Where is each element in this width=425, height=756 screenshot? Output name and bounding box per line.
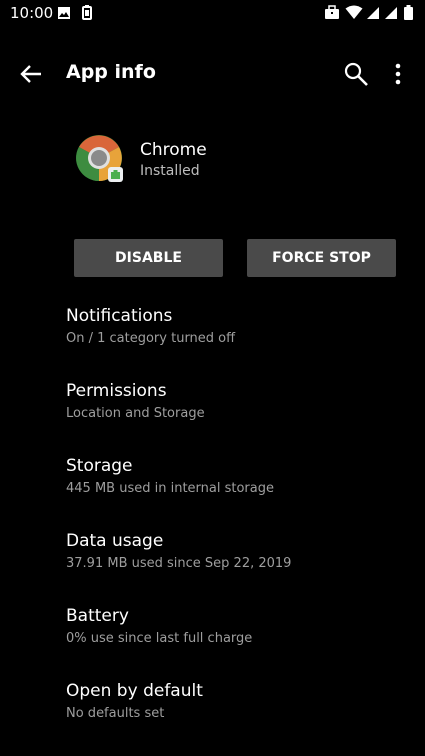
wifi-icon (345, 5, 363, 24)
item-subtitle: 37.91 MB used since Sep 22, 2019 (66, 556, 292, 571)
battery-saver-icon (81, 5, 93, 25)
page-title: App info (66, 61, 156, 83)
force-stop-button[interactable]: FORCE STOP (247, 239, 396, 277)
app-bar: App info (0, 48, 425, 100)
image-icon (57, 5, 71, 24)
item-subtitle: 0% use since last full charge (66, 631, 253, 646)
signal-icon (384, 5, 398, 24)
disable-button[interactable]: DISABLE (74, 239, 223, 277)
list-item-permissions[interactable]: Permissions Location and Storage (0, 373, 425, 448)
chrome-icon (75, 134, 125, 184)
status-bar: 10:00 (0, 0, 425, 26)
list-item-open-by-default[interactable]: Open by default No defaults set (0, 673, 425, 748)
item-title: Permissions (66, 381, 167, 401)
status-time: 10:00 (10, 4, 54, 22)
briefcase-icon (324, 5, 340, 24)
item-title: Open by default (66, 681, 203, 701)
search-icon[interactable] (340, 58, 372, 90)
list-item-battery[interactable]: Battery 0% use since last full charge (0, 598, 425, 673)
back-arrow-icon[interactable] (16, 58, 48, 90)
item-subtitle: On / 1 category turned off (66, 331, 236, 346)
battery-icon (404, 5, 413, 24)
more-vert-icon[interactable] (386, 58, 410, 90)
item-title: Storage (66, 456, 133, 476)
app-status: Installed (140, 163, 200, 179)
list-item-storage[interactable]: Storage 445 MB used in internal storage (0, 448, 425, 523)
list-item-notifications[interactable]: Notifications On / 1 category turned off (0, 298, 425, 373)
item-title: Battery (66, 606, 129, 626)
item-title: Data usage (66, 531, 164, 551)
signal-icon (366, 5, 380, 24)
app-name: Chrome (140, 140, 207, 160)
item-subtitle: No defaults set (66, 706, 165, 721)
settings-list: Notifications On / 1 category turned off… (0, 298, 425, 748)
app-header: Chrome Installed (0, 128, 425, 198)
item-title: Notifications (66, 306, 173, 326)
item-subtitle: 445 MB used in internal storage (66, 481, 274, 496)
list-item-data-usage[interactable]: Data usage 37.91 MB used since Sep 22, 2… (0, 523, 425, 598)
item-subtitle: Location and Storage (66, 406, 205, 421)
